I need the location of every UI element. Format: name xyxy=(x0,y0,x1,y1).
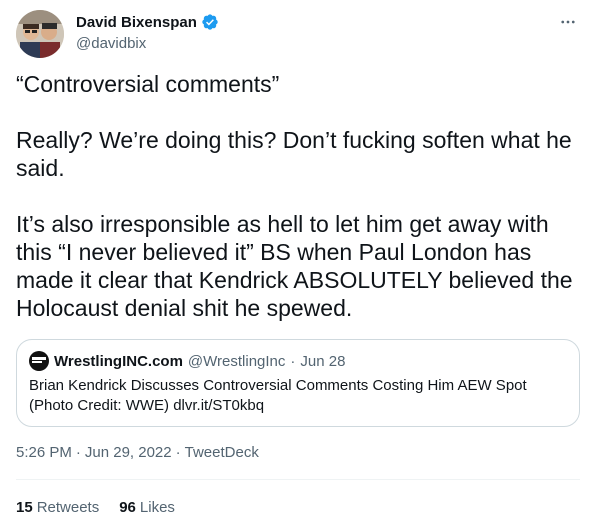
engagement-stats: 15 Retweets 96 Likes xyxy=(16,499,175,516)
author-handle[interactable]: @davidbix xyxy=(76,35,146,52)
author-avatar[interactable] xyxy=(16,10,64,58)
meta-separator: · xyxy=(75,444,81,461)
meta-separator: · xyxy=(175,444,181,461)
likes-stat[interactable]: 96 Likes xyxy=(119,499,175,516)
quoted-date[interactable]: Jun 28 xyxy=(300,353,345,370)
quoted-separator: · xyxy=(290,352,296,370)
divider xyxy=(16,479,580,480)
tweet-date[interactable]: Jun 29, 2022 xyxy=(85,444,172,461)
retweets-label: Retweets xyxy=(36,499,100,516)
tweet-metadata: 5:26 PM · Jun 29, 2022 · TweetDeck xyxy=(16,444,259,461)
quoted-tweet[interactable]: WrestlingINC.com @WrestlingInc · Jun 28 … xyxy=(16,339,580,427)
tweet-text: “Controversial comments” Really? We’re d… xyxy=(16,71,573,321)
more-options-icon[interactable] xyxy=(556,10,580,34)
quoted-text: Brian Kendrick Discusses Controversial C… xyxy=(29,377,527,414)
tweet-source[interactable]: TweetDeck xyxy=(185,444,259,461)
author-name[interactable]: David Bixenspan xyxy=(76,14,197,31)
retweets-stat[interactable]: 15 Retweets xyxy=(16,499,99,516)
retweets-count: 15 xyxy=(16,499,33,516)
tweet-time[interactable]: 5:26 PM xyxy=(16,444,72,461)
likes-count: 96 xyxy=(119,499,136,516)
quoted-author-handle: @WrestlingInc xyxy=(187,352,286,370)
likes-label: Likes xyxy=(139,499,175,516)
quoted-author-name: WrestlingINC.com xyxy=(54,352,183,370)
quoted-avatar xyxy=(29,351,49,371)
verified-badge-icon xyxy=(202,14,218,30)
